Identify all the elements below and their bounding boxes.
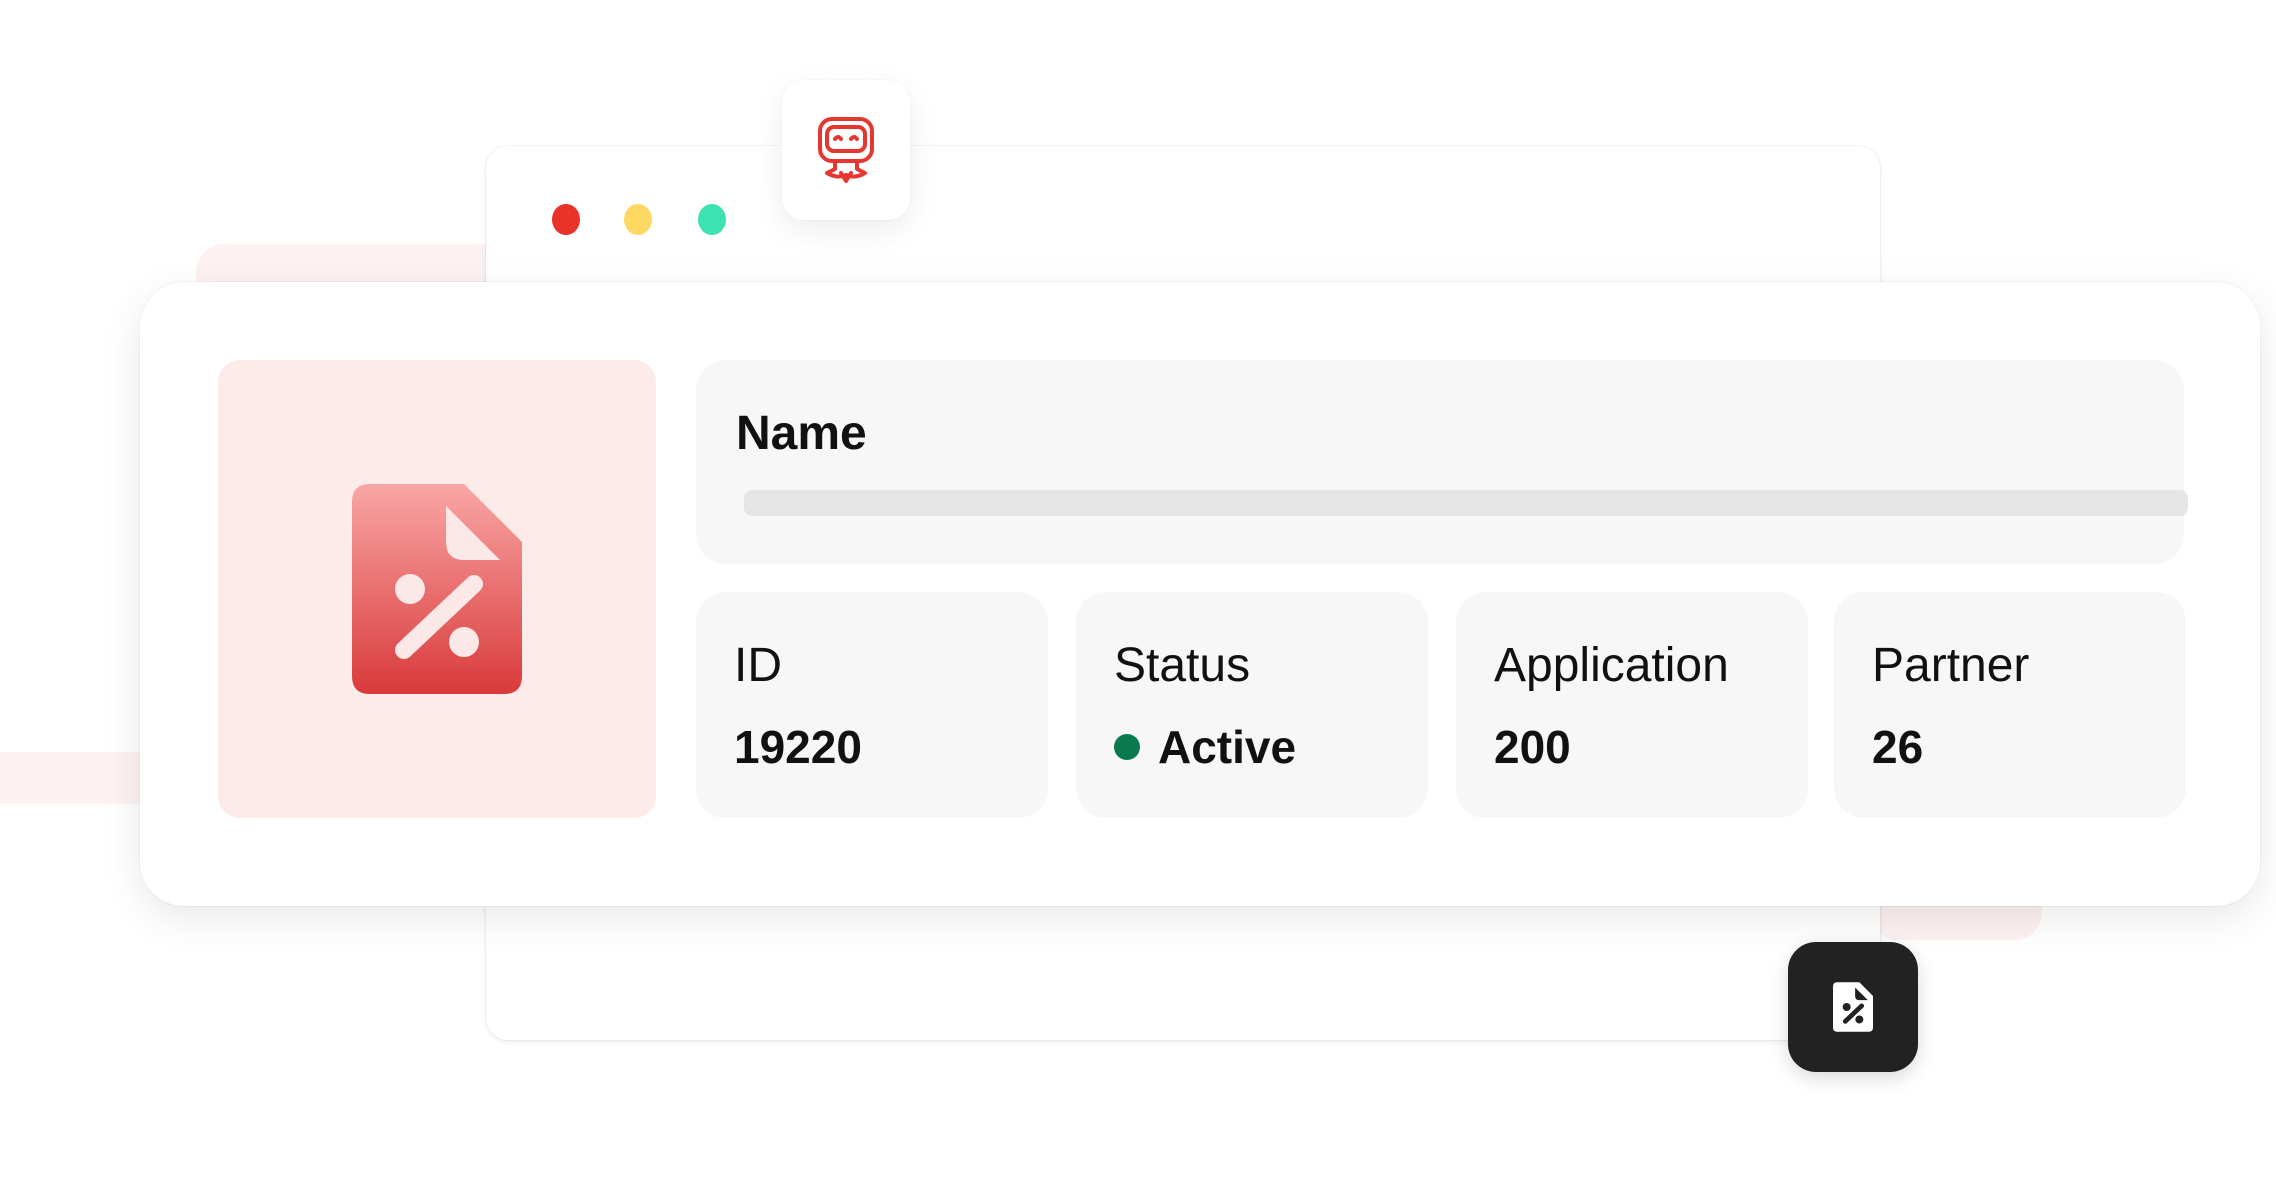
record-card: Name ID 19220 Status Active Application …	[140, 282, 2260, 906]
partner-label: Partner	[1872, 639, 2030, 692]
status-value: Active	[1158, 721, 1297, 773]
window-maximize-dot[interactable]	[698, 204, 726, 235]
percent-document-icon	[1833, 982, 1873, 1032]
document-fab-button[interactable]	[1788, 942, 1918, 1072]
partner-card: Partner 26	[1834, 592, 2186, 818]
partner-value: 26	[1872, 721, 1924, 773]
name-panel: Name	[696, 360, 2188, 564]
status-active-dot	[1114, 734, 1140, 760]
name-label: Name	[736, 407, 867, 460]
stage: Name ID 19220 Status Active Application …	[0, 0, 2276, 1204]
application-label: Application	[1494, 639, 1729, 692]
status-label: Status	[1114, 639, 1251, 692]
percent-document-icon	[352, 484, 522, 694]
status-value-row: Active	[1114, 720, 1296, 774]
product-thumbnail	[218, 360, 656, 818]
id-value: 19220	[734, 721, 862, 773]
robot-logo-icon	[818, 117, 874, 183]
status-card: Status Active	[1076, 592, 1428, 818]
decor-shape	[0, 752, 150, 804]
name-placeholder-bar	[744, 490, 2188, 516]
id-label: ID	[734, 639, 782, 692]
window-minimize-dot[interactable]	[624, 204, 652, 235]
application-value: 200	[1494, 721, 1571, 773]
robot-logo-tile	[782, 80, 910, 220]
id-card: ID 19220	[696, 592, 1048, 818]
window-close-dot[interactable]	[552, 204, 580, 235]
application-card: Application 200	[1456, 592, 1808, 818]
